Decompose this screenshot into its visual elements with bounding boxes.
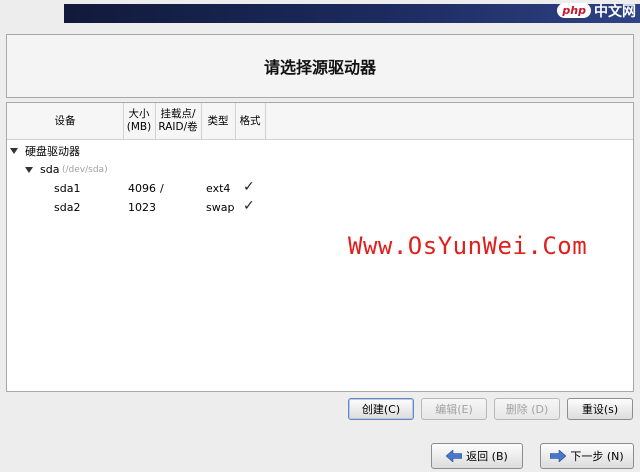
site-watermark: Www.OsYunWei.Com: [348, 232, 588, 260]
header-banner: [64, 4, 640, 23]
partition-size: 1023: [128, 201, 156, 214]
column-mount-label-2: RAID/卷: [158, 121, 198, 133]
table-row[interactable]: sda1 4096 / ext4 ✓: [7, 179, 633, 198]
column-header-size[interactable]: 大小 (MB): [123, 103, 156, 139]
column-header-type[interactable]: 类型: [201, 103, 236, 139]
title-panel: 请选择源驱动器: [6, 34, 634, 98]
disk-name: sda: [40, 163, 60, 176]
group-label: 硬盘驱动器: [25, 144, 80, 158]
table-row[interactable]: sda2 1023 swap ✓: [7, 198, 633, 217]
tree-row-disk[interactable]: sda (/dev/sda): [7, 160, 633, 179]
next-button[interactable]: 下一步 (N): [540, 443, 634, 469]
disk-path: (/dev/sda): [62, 165, 108, 175]
next-label: 下一步 (N): [570, 450, 624, 463]
partition-device: sda1: [54, 182, 81, 195]
back-button[interactable]: 返回 (B): [431, 443, 523, 469]
expand-triangle-icon[interactable]: [10, 148, 18, 154]
partition-type: swap: [206, 201, 235, 214]
column-header-mount[interactable]: 挂载点/ RAID/卷: [155, 103, 202, 139]
column-size-label: 大小: [128, 108, 150, 120]
create-button[interactable]: 创建(C): [348, 398, 414, 420]
column-mount-label: 挂载点/: [160, 108, 196, 120]
php-logo: php: [557, 3, 591, 18]
tree-row-hard-drives[interactable]: 硬盘驱动器: [7, 141, 633, 160]
column-header-device[interactable]: 设备: [7, 103, 124, 139]
brand-text: 中文网: [594, 3, 636, 20]
edit-button[interactable]: 编辑(E): [421, 398, 487, 420]
partition-type: ext4: [206, 182, 231, 195]
column-format-label: 格式: [239, 114, 261, 127]
table-header: 设备 大小 (MB) 挂载点/ RAID/卷 类型 格式: [7, 103, 633, 140]
format-check-icon: ✓: [243, 198, 255, 214]
arrow-right-icon: [550, 450, 567, 462]
column-type-label: 类型: [207, 114, 229, 127]
partition-device: sda2: [54, 201, 81, 214]
partition-size: 4096: [128, 182, 156, 195]
delete-button[interactable]: 删除 (D): [494, 398, 560, 420]
back-label: 返回 (B): [466, 450, 508, 463]
reset-button[interactable]: 重设(s): [567, 398, 633, 420]
column-device-label: 设备: [54, 114, 76, 127]
column-header-format[interactable]: 格式: [235, 103, 266, 139]
brand-watermark: php 中文网: [557, 0, 636, 21]
format-check-icon: ✓: [243, 179, 255, 195]
partition-mount: /: [160, 182, 164, 195]
page-title: 请选择源驱动器: [263, 58, 376, 77]
column-size-unit: (MB): [126, 121, 152, 133]
expand-triangle-icon[interactable]: [25, 167, 33, 173]
arrow-left-icon: [446, 450, 463, 462]
